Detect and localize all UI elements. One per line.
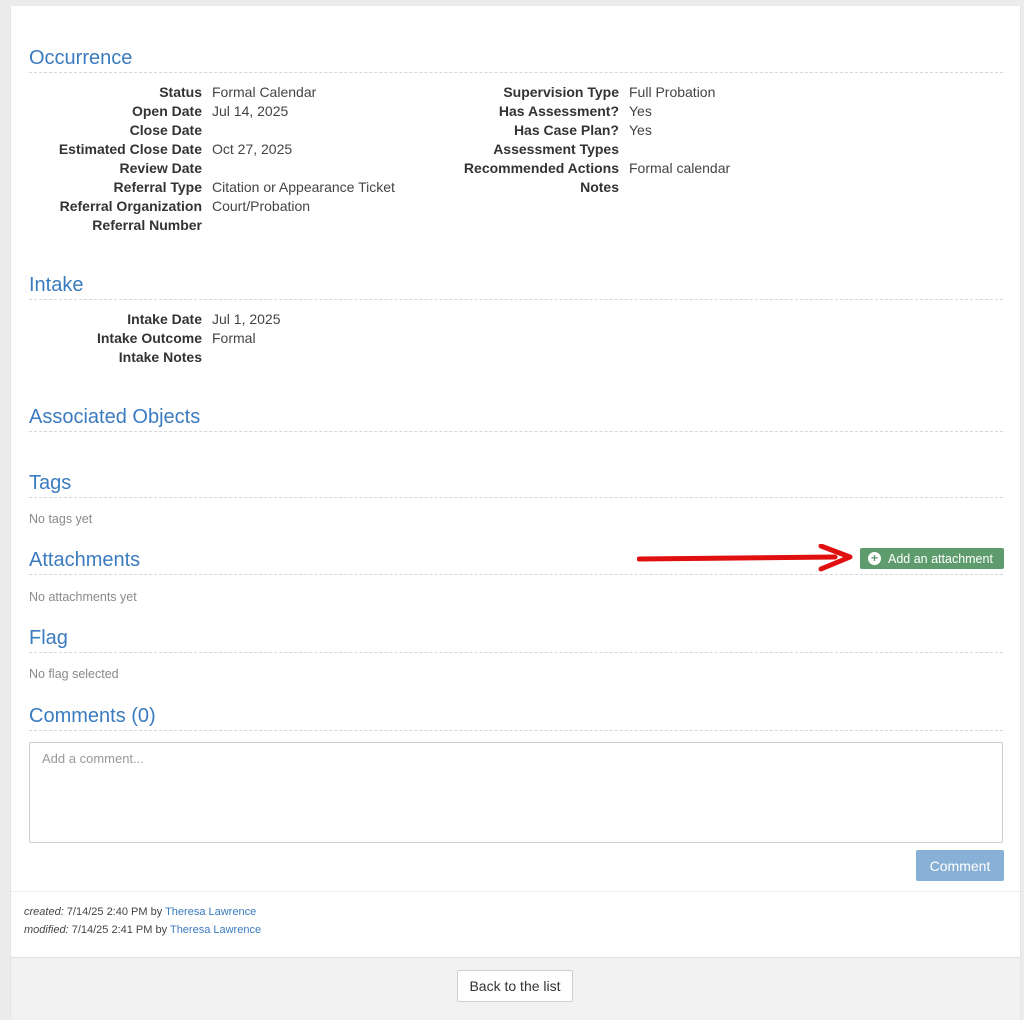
field-value	[202, 216, 212, 235]
field-row: Recommended Actions Formal calendar	[448, 159, 730, 178]
add-attachment-button[interactable]: + Add an attachment	[860, 548, 1004, 569]
field-label: Intake Outcome	[96, 330, 202, 346]
field-value: Yes	[629, 122, 652, 138]
field-row: Intake Notes	[30, 348, 281, 367]
plus-circle-icon: +	[868, 552, 881, 565]
field-label: Close Date	[129, 122, 202, 138]
modified-meta: modified: 7/14/25 2:41 PM by Theresa Law…	[24, 924, 261, 936]
field-row: Has Assessment? Yes	[448, 102, 730, 121]
occurrence-fields-right: Supervision Type Full Probation Has Asses…	[448, 83, 730, 197]
intake-fields: Intake Date Jul 1, 2025 Intake Outcome For…	[30, 310, 281, 367]
field-row: Notes	[448, 178, 730, 197]
created-label: created:	[24, 906, 64, 918]
field-label: Referral Number	[92, 217, 202, 233]
field-value	[202, 121, 212, 140]
field-row: Referral Type Citation or Appearance Tick…	[30, 178, 395, 197]
field-value	[202, 348, 212, 367]
field-row: Open Date Jul 14, 2025	[30, 102, 395, 121]
field-row: Referral Organization Court/Probation	[30, 197, 395, 216]
field-row: Estimated Close Date Oct 27, 2025	[30, 140, 395, 159]
flag-empty-text: No flag selected	[29, 667, 119, 681]
comment-input[interactable]	[29, 742, 1003, 843]
field-label: Recommended Actions	[463, 160, 619, 176]
field-value: Oct 27, 2025	[212, 141, 293, 157]
intake-heading: Intake	[29, 274, 1003, 300]
field-label: Has Assessment?	[498, 103, 619, 119]
field-label: Intake Notes	[118, 349, 202, 365]
comments-heading: Comments (0)	[29, 705, 1003, 731]
modified-label: modified:	[24, 924, 69, 936]
field-label: Intake Date	[127, 311, 202, 327]
occurrence-heading: Occurrence	[29, 47, 1003, 73]
divider	[11, 891, 1020, 892]
field-row: Review Date	[30, 159, 395, 178]
modified-timestamp: 7/14/25 2:41 PM by	[71, 924, 168, 936]
field-label: Estimated Close Date	[58, 141, 202, 157]
comment-submit-button[interactable]: Comment	[916, 850, 1004, 881]
field-row: Supervision Type Full Probation	[448, 83, 730, 102]
modified-by-user-link[interactable]: Theresa Lawrence	[170, 924, 261, 936]
field-row: Assessment Types	[448, 140, 730, 159]
field-value: Formal Calendar	[212, 84, 317, 100]
field-value: Citation or Appearance Ticket	[212, 179, 395, 195]
field-label: Referral Type	[113, 179, 202, 195]
tags-empty-text: No tags yet	[29, 512, 93, 526]
field-row: Intake Date Jul 1, 2025	[30, 310, 281, 329]
created-by-user-link[interactable]: Theresa Lawrence	[165, 906, 256, 918]
flag-heading: Flag	[29, 627, 1003, 653]
field-value	[202, 159, 212, 178]
associated-objects-heading: Associated Objects	[29, 406, 1003, 432]
occurrence-fields-left: Status Formal Calendar Open Date Jul 14, 2…	[30, 83, 395, 235]
field-value	[619, 178, 629, 197]
field-value	[619, 140, 629, 159]
field-value: Jul 1, 2025	[212, 311, 281, 327]
created-timestamp: 7/14/25 2:40 PM by	[66, 906, 163, 918]
field-value: Court/Probation	[212, 198, 311, 214]
add-attachment-label: Add an attachment	[888, 551, 993, 566]
field-value: Yes	[629, 103, 652, 119]
field-row: Referral Number	[30, 216, 395, 235]
field-row: Intake Outcome Formal	[30, 329, 281, 348]
field-label: Review Date	[119, 160, 202, 176]
record-detail-card: Occurrence Status Formal Calendar Open Da…	[10, 6, 1021, 1020]
back-to-list-button[interactable]: Back to the list	[457, 970, 573, 1002]
tags-heading: Tags	[29, 472, 1003, 498]
field-row: Has Case Plan? Yes	[448, 121, 730, 140]
created-meta: created: 7/14/25 2:40 PM by Theresa Lawr…	[24, 906, 256, 918]
field-label: Referral Organization	[59, 198, 202, 214]
field-label: Has Case Plan?	[513, 122, 619, 138]
field-label: Status	[159, 84, 202, 100]
page-footer: Back to the list	[11, 957, 1020, 1020]
field-label: Assessment Types	[493, 141, 619, 157]
attachments-empty-text: No attachments yet	[29, 590, 137, 604]
red-arrow-annotation-icon	[637, 544, 853, 572]
field-row: Close Date	[30, 121, 395, 140]
field-value: Jul 14, 2025	[212, 103, 289, 119]
field-row: Status Formal Calendar	[30, 83, 395, 102]
field-label: Open Date	[131, 103, 202, 119]
field-value: Formal	[212, 330, 256, 346]
field-label: Supervision Type	[503, 84, 619, 100]
field-value: Full Probation	[629, 84, 716, 100]
field-value: Formal calendar	[629, 160, 731, 176]
field-label: Notes	[580, 179, 619, 195]
